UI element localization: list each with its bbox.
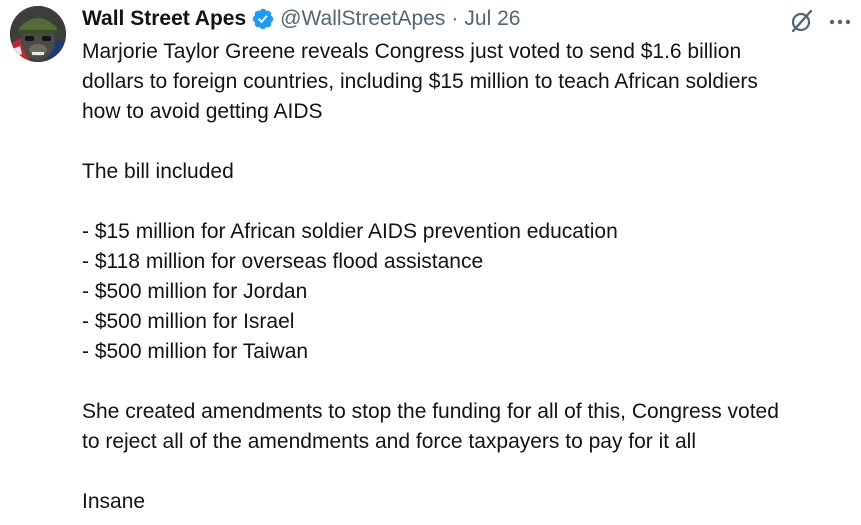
bill-item: - $500 million for Taiwan [82,340,309,363]
bill-item: - $15 million for African soldier AIDS p… [82,220,618,243]
bill-item: - $118 million for overseas flood assist… [82,250,484,273]
header-actions [789,8,853,34]
conclusion-line: to reject all of the amendments and forc… [82,430,696,453]
tweet: Wall Street Apes @WallStreetApes · Jul 2… [0,0,861,525]
grok-icon[interactable] [789,8,815,34]
bill-item: - $500 million for Israel [82,310,295,333]
tweet-date[interactable]: Jul 26 [464,7,520,31]
more-options-icon[interactable] [827,8,853,34]
author-display-name[interactable]: Wall Street Apes [82,7,246,31]
intro-line: dollars to foreign countries, including … [82,70,758,93]
tweet-header: Wall Street Apes @WallStreetApes · Jul 2… [82,4,520,34]
conclusion-line: She created amendments to stop the fundi… [82,400,779,423]
author-handle[interactable]: @WallStreetApes [280,7,445,31]
avatar[interactable] [10,6,66,62]
closing-line: Insane [82,490,146,513]
tweet-text: Marjorie Taylor Greene reveals Congress … [82,37,857,517]
ape-helmet-avatar-image [10,6,66,62]
intro-line: how to avoid getting AIDS [82,100,323,123]
verified-badge-icon[interactable] [251,7,275,31]
bill-item: - $500 million for Jordan [82,280,308,303]
bill-heading: The bill included [82,160,234,183]
intro-line: Marjorie Taylor Greene reveals Congress … [82,40,742,63]
separator-dot: · [451,7,459,30]
